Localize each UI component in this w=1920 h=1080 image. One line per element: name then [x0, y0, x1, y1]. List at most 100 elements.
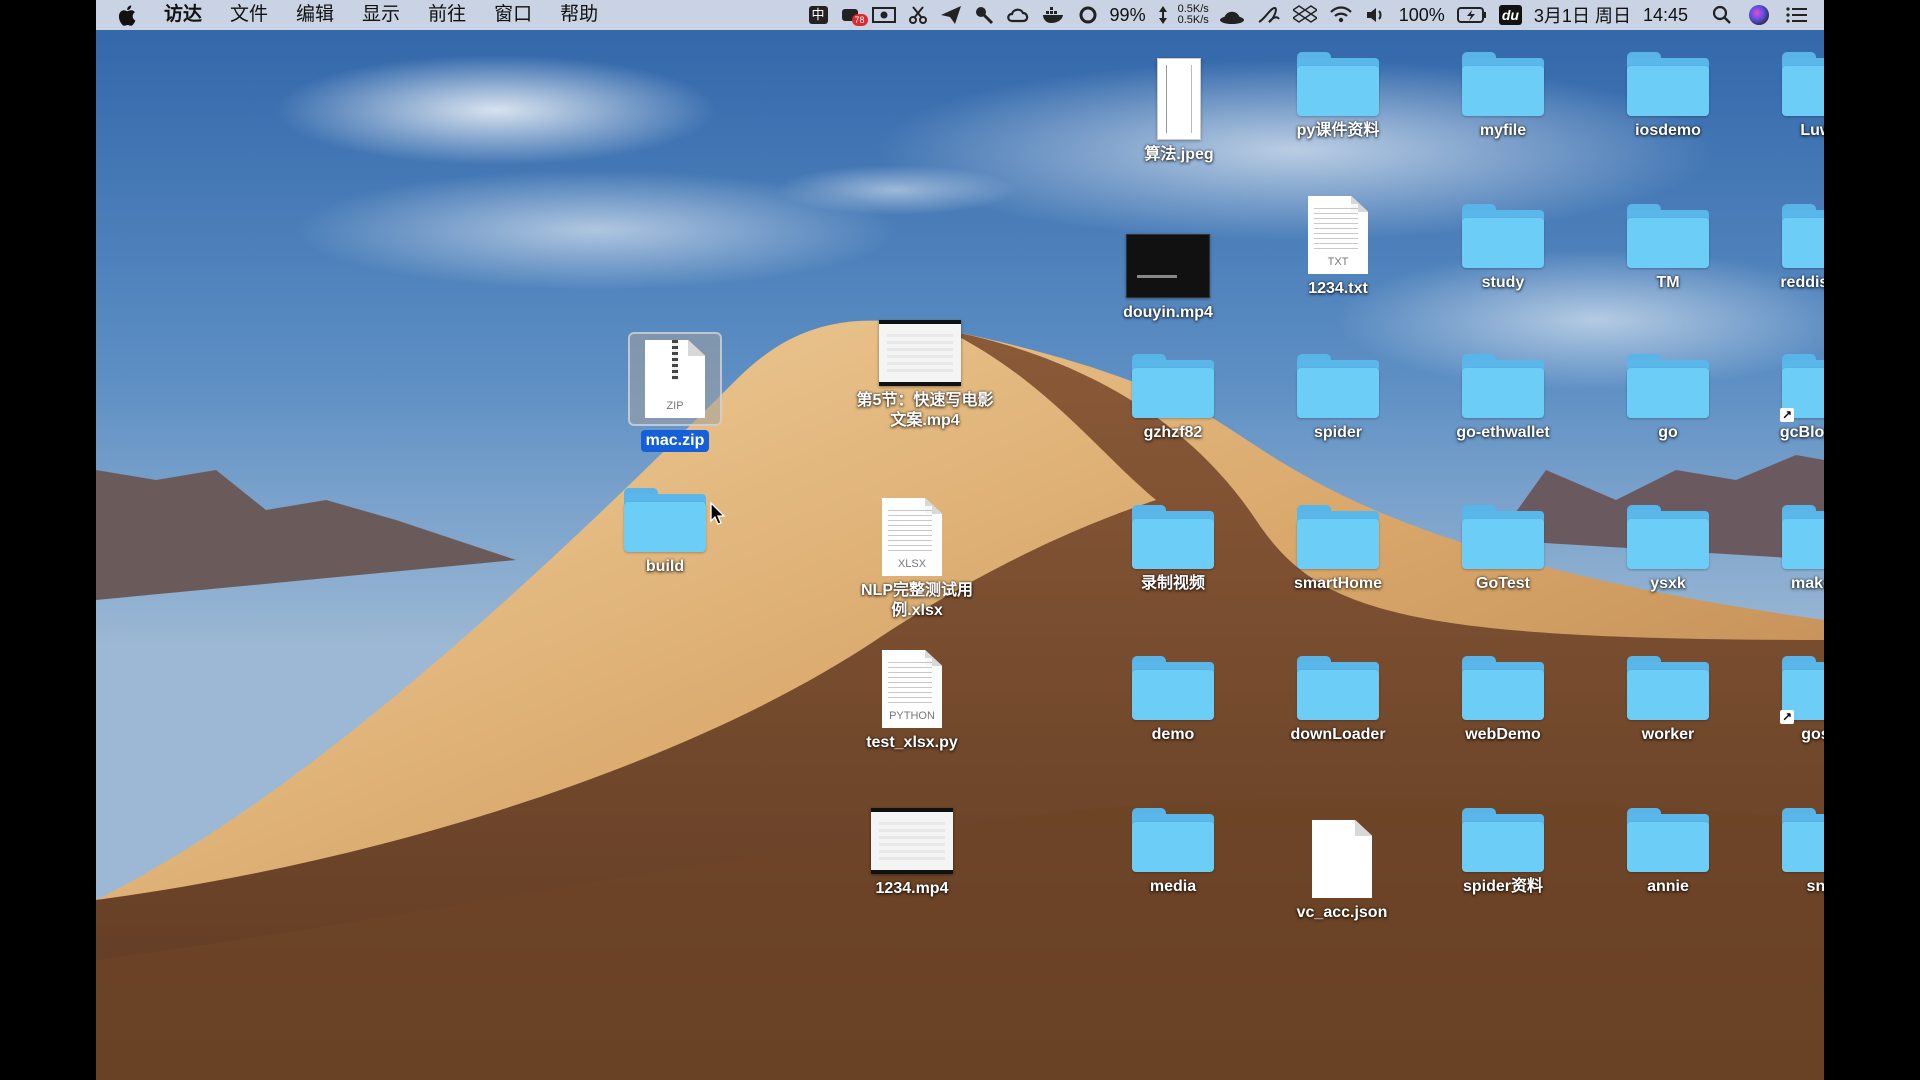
file-mac-zip[interactable]: ZIP mac.zip: [605, 332, 745, 452]
menubar-time[interactable]: 14:45: [1637, 0, 1694, 30]
siri-icon[interactable]: [1738, 0, 1776, 30]
folder-demo[interactable]: demo: [1103, 656, 1243, 746]
script-a-icon[interactable]: [1251, 0, 1287, 30]
folder-icon: [1132, 354, 1214, 418]
file-1234-mp4[interactable]: 1234.mp4: [842, 808, 982, 900]
du-app-icon[interactable]: du: [1493, 0, 1528, 30]
notification-app-icon[interactable]: 78: [834, 0, 868, 30]
folder-icon: [1297, 354, 1379, 418]
folder-spider[interactable]: spider: [1268, 354, 1408, 444]
folder-icon: [1132, 656, 1214, 720]
battery-percent: 100%: [1398, 4, 1445, 25]
folder-iosdemo[interactable]: iosdemo: [1598, 52, 1738, 142]
status-bar: 中 78 99% 0.5K/s 0.5K/s 100% du 3月1日 周日 1…: [803, 0, 1824, 30]
menu-edit[interactable]: 编辑: [282, 0, 348, 30]
battery-icon[interactable]: [1451, 0, 1493, 30]
folder-luwei[interactable]: Luwei: [1763, 52, 1824, 142]
folder-snip[interactable]: snip: [1763, 808, 1824, 898]
folder-label: gcBlog文章: [1779, 424, 1824, 441]
folder-recordings[interactable]: 录制视频: [1103, 505, 1243, 595]
wifi-icon[interactable]: [1323, 0, 1359, 30]
folder-go-ethwallet[interactable]: go-ethwallet: [1433, 354, 1573, 444]
dropbox-icon[interactable]: [1287, 0, 1323, 30]
folder-icon: [1297, 505, 1379, 569]
spotlight-search-icon[interactable]: [1694, 0, 1738, 30]
menu-file[interactable]: 文件: [216, 0, 282, 30]
folder-ysxk[interactable]: ysxk: [1598, 505, 1738, 595]
network-speed: 0.5K/s 0.5K/s: [1174, 0, 1213, 30]
hat-icon[interactable]: [1213, 0, 1251, 30]
folder-worker[interactable]: worker: [1598, 656, 1738, 746]
folder-icon: [1782, 204, 1824, 268]
volume-icon[interactable]: [1359, 0, 1393, 30]
folder-label: myfile: [1479, 122, 1527, 139]
paper-plane-icon[interactable]: [934, 0, 968, 30]
file-label: 第5节：快速写电影文案.mp4: [856, 392, 994, 429]
alias-arrow-icon: ↗: [1780, 710, 1794, 724]
folder-downloader[interactable]: downLoader: [1268, 656, 1408, 746]
folder-label: go-ethwallet: [1456, 424, 1550, 441]
txt-file-icon: TXT: [1308, 196, 1368, 274]
folder-py-materials[interactable]: py课件资料: [1268, 52, 1408, 142]
scissors-icon[interactable]: [902, 0, 934, 30]
folder-myfile[interactable]: myfile: [1433, 52, 1573, 142]
network-arrows-icon: [1152, 0, 1174, 30]
folder-label: media: [1149, 878, 1197, 895]
file-1234-txt[interactable]: TXT 1234.txt: [1268, 196, 1408, 300]
input-method-icon[interactable]: 中: [803, 0, 834, 30]
menu-view[interactable]: 显示: [348, 0, 414, 30]
file-label: 算法.jpeg: [1144, 146, 1214, 163]
file-nlp-xlsx[interactable]: XLSX NLP完整测试用例.xlsx: [842, 498, 982, 622]
folder-label: GoTest: [1476, 575, 1530, 592]
folder-label: study: [1481, 274, 1525, 291]
folder-label: TM: [1656, 274, 1680, 291]
folder-gosrc[interactable]: ↗ gosrc: [1763, 656, 1824, 746]
video-thumbnail-icon: [1126, 234, 1210, 298]
apple-menu-icon[interactable]: [96, 4, 150, 26]
file-algorithm-jpeg[interactable]: 算法.jpeg: [1109, 58, 1249, 166]
folder-gzhzf82[interactable]: gzhzf82: [1103, 354, 1243, 444]
file-vc-acc-json[interactable]: vc_acc.json: [1272, 820, 1412, 924]
folder-icon: [1462, 808, 1544, 872]
docker-icon[interactable]: [1036, 0, 1072, 30]
folder-makefile[interactable]: makefile: [1763, 505, 1824, 595]
menu-finder[interactable]: 访达: [150, 0, 216, 30]
creative-cloud-icon[interactable]: [1000, 0, 1036, 30]
menu-help[interactable]: 帮助: [546, 0, 612, 30]
screen-record-icon[interactable]: [866, 0, 902, 30]
folder-icon: [1627, 808, 1709, 872]
folder-go[interactable]: go: [1598, 354, 1738, 444]
folder-icon: [1297, 52, 1379, 116]
folder-study[interactable]: study: [1433, 204, 1573, 294]
folder-icon: [1627, 656, 1709, 720]
file-douyin-mp4[interactable]: douyin.mp4: [1098, 234, 1238, 324]
folder-icon: ↗: [1780, 354, 1824, 422]
file-label: 1234.txt: [1308, 280, 1368, 297]
folder-gcblog[interactable]: ↗ gcBlog文章: [1763, 354, 1824, 444]
file-test-xlsx-py[interactable]: PYTHON test_xlsx.py: [842, 650, 982, 754]
folder-smarthome[interactable]: smartHome: [1268, 505, 1408, 595]
folder-annie[interactable]: annie: [1598, 808, 1738, 898]
menubar-date[interactable]: 3月1日 周日: [1528, 0, 1637, 30]
wrench-icon[interactable]: [968, 0, 1000, 30]
folder-gotest[interactable]: GoTest: [1433, 505, 1573, 595]
ring-icon[interactable]: [1072, 0, 1104, 30]
file-label: douyin.mp4: [1123, 304, 1213, 321]
folder-icon: [1782, 505, 1824, 569]
menu-go[interactable]: 前往: [414, 0, 480, 30]
python-file-icon: PYTHON: [882, 650, 942, 728]
folder-tm[interactable]: TM: [1598, 204, 1738, 294]
notification-center-icon[interactable]: [1776, 0, 1824, 30]
folder-spider-materials[interactable]: spider资料: [1433, 808, 1573, 898]
folder-label: 录制视频: [1140, 575, 1205, 592]
battery-percent-small: 99%: [1109, 4, 1146, 25]
file-lesson-video[interactable]: 第5节：快速写电影文案.mp4: [850, 320, 993, 432]
folder-reddis-test[interactable]: reddis_test: [1763, 204, 1824, 294]
folder-icon: [1462, 52, 1544, 116]
alias-arrow-icon: ↗: [1780, 408, 1794, 422]
folder-media[interactable]: media: [1103, 808, 1243, 898]
folder-icon: ↗: [1780, 656, 1824, 724]
folder-webdemo[interactable]: webDemo: [1433, 656, 1573, 746]
menu-window[interactable]: 窗口: [480, 0, 546, 30]
folder-icon: [624, 488, 706, 552]
